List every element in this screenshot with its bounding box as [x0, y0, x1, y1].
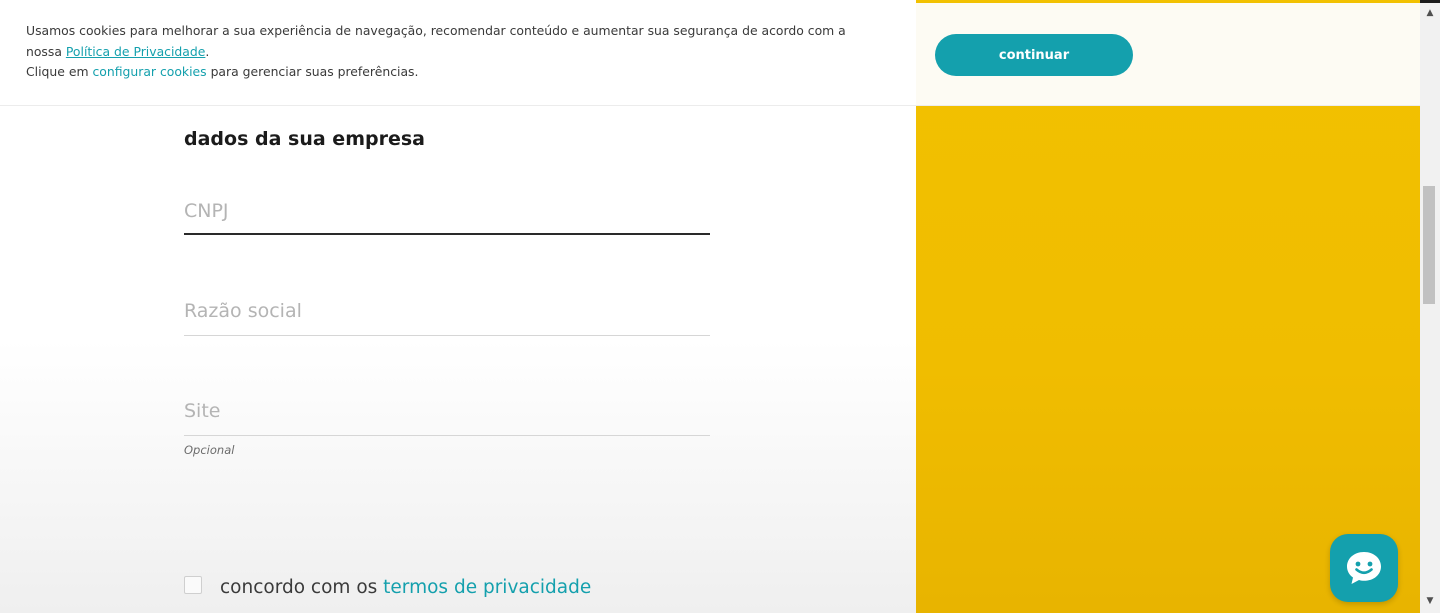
scroll-thumb[interactable]	[1423, 186, 1435, 304]
razao-social-placeholder: Razão social	[184, 300, 302, 322]
terms-agreement: concordo com os termos de privacidade	[184, 572, 591, 602]
scroll-down-arrow-icon[interactable]: ▼	[1420, 593, 1440, 609]
site-field[interactable]: Site	[184, 396, 710, 460]
cnpj-field[interactable]: CNPJ	[184, 196, 710, 240]
razao-social-field[interactable]: Razão social	[184, 296, 710, 340]
continue-button[interactable]: continuar	[935, 34, 1133, 76]
section-title: dados da sua empresa	[184, 128, 425, 150]
cnpj-underline	[184, 233, 710, 235]
chat-button[interactable]	[1330, 534, 1398, 602]
privacy-policy-link[interactable]: Política de Privacidade	[66, 44, 206, 59]
site-underline	[184, 435, 710, 436]
razao-social-underline	[184, 335, 710, 336]
site-placeholder: Site	[184, 400, 221, 422]
site-optional-hint: Opcional	[184, 443, 235, 457]
configure-cookies-link[interactable]: configurar cookies	[92, 64, 206, 79]
cookie-banner: Usamos cookies para melhorar a sua exper…	[0, 3, 1420, 106]
cookie-message: Usamos cookies para melhorar a sua exper…	[26, 23, 846, 79]
chat-bubble-smiley-icon	[1347, 552, 1381, 584]
page-scrollbar[interactable]: ▲ ▼	[1420, 3, 1440, 613]
cnpj-placeholder: CNPJ	[184, 200, 229, 222]
scroll-up-arrow-icon[interactable]: ▲	[1420, 5, 1440, 21]
terms-label: concordo com os termos de privacidade	[220, 576, 592, 598]
privacy-terms-link[interactable]: termos de privacidade	[383, 577, 591, 598]
terms-checkbox[interactable]	[184, 576, 202, 594]
